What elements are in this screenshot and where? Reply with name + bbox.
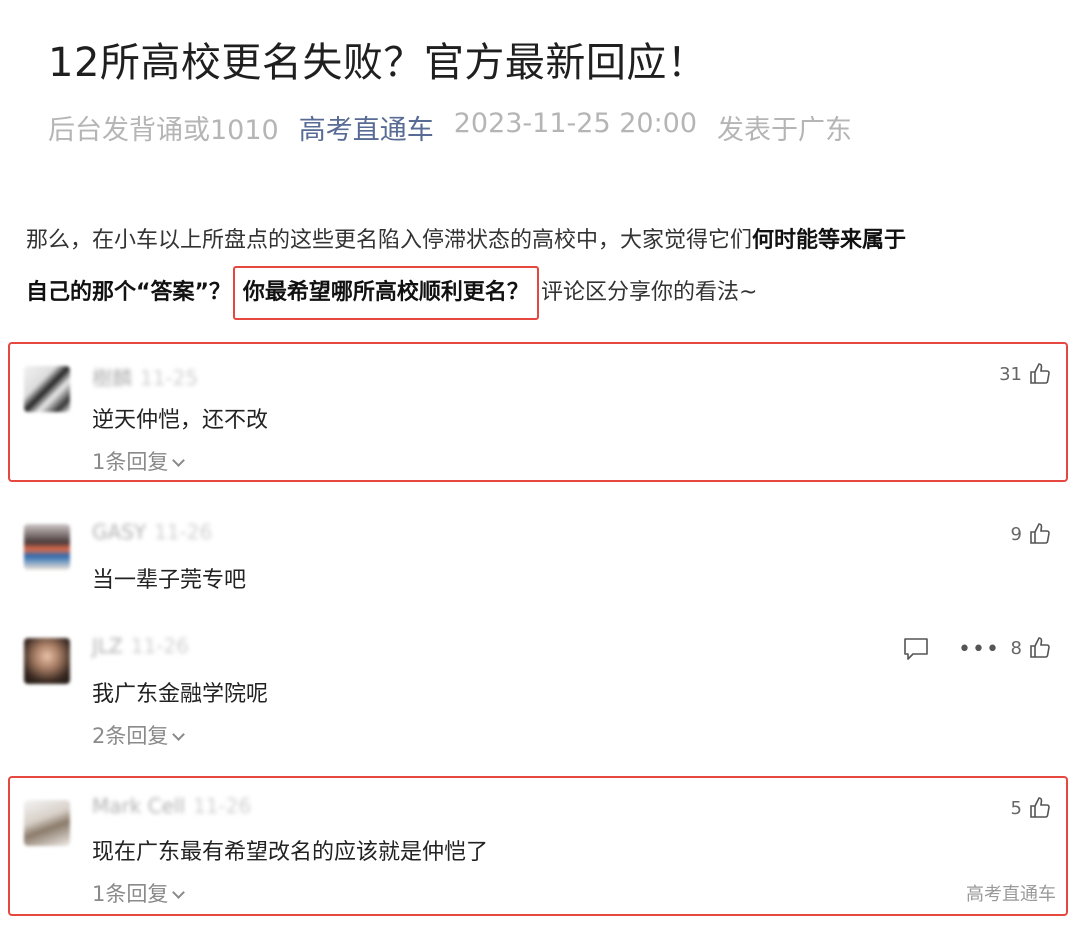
like-count: 5 — [1010, 797, 1022, 819]
intro-text-plain: 那么，在小车以上所盘点的这些更名陷入停滞状态的高校中，大家觉得它们 — [26, 228, 753, 253]
comment-item: JLZ 11-26 我广东金融学院呢 2条回复 ••• 8 — [0, 614, 1080, 764]
avatar[interactable] — [24, 800, 70, 846]
comment-nickname[interactable]: 樹麟 11-25 — [92, 362, 198, 391]
intro-line-1: 那么，在小车以上所盘点的这些更名陷入停滞状态的高校中，大家觉得它们何时能等来属于 — [26, 222, 1056, 270]
comment-nickname[interactable]: GASY 11-26 — [92, 520, 212, 544]
comment-item: Mark Cell 11-26 现在广东最有希望改名的应该就是仲恺了 1条回复 5 — [0, 776, 1080, 916]
intro-paragraph: 那么，在小车以上所盘点的这些更名陷入停滞状态的高校中，大家觉得它们何时能等来属于… — [26, 222, 1056, 320]
comment-actions: ••• — [902, 636, 1000, 662]
like-button[interactable]: 8 — [1011, 636, 1052, 660]
article-title: 12所高校更名失败？官方最新回应！ — [48, 40, 708, 86]
thumbs-up-icon — [1030, 523, 1050, 544]
article-meta: 后台发背诵或1010 高考直通车 2023-11-25 20:00 发表于广东 — [48, 108, 852, 147]
like-count: 9 — [1010, 523, 1022, 545]
replies-toggle[interactable]: 2条回复 — [92, 720, 186, 750]
like-count: 8 — [1010, 637, 1022, 659]
meta-hint: 后台发背诵或1010 — [48, 115, 279, 146]
comment-item: GASY 11-26 当一辈子莞专吧 9 — [0, 500, 1080, 610]
comment-nickname[interactable]: Mark Cell 11-26 — [92, 794, 251, 818]
highlight-box: 你最希望哪所高校顺利更名？ — [232, 266, 539, 320]
like-button[interactable]: 5 — [1011, 796, 1052, 820]
avatar[interactable] — [24, 366, 70, 412]
comment-nickname[interactable]: JLZ 11-26 — [92, 634, 189, 658]
replies-toggle[interactable]: 1条回复 — [92, 878, 186, 908]
comment-item: 樹麟 11-25 逆天仲恺，还不改 1条回复 31 — [0, 342, 1080, 482]
publish-location: 发表于广东 — [717, 115, 853, 146]
comment-text: 我广东金融学院呢 — [92, 682, 269, 707]
comment-text: 当一辈子莞专吧 — [92, 568, 247, 593]
comment-text: 逆天仲恺，还不改 — [92, 408, 269, 433]
comment-icon[interactable] — [902, 636, 930, 662]
more-icon[interactable]: ••• — [958, 637, 1000, 662]
like-button[interactable]: 9 — [1011, 522, 1052, 546]
watermark: 高考直通车 — [966, 884, 1056, 905]
chevron-down-icon — [172, 728, 186, 741]
avatar[interactable] — [24, 638, 70, 684]
account-link[interactable]: 高考直通车 — [299, 108, 434, 147]
avatar[interactable] — [24, 524, 70, 570]
comment-text: 现在广东最有希望改名的应该就是仲恺了 — [92, 840, 489, 865]
thumbs-up-icon — [1030, 637, 1050, 658]
chevron-down-icon — [172, 454, 186, 467]
intro-line-2: 自己的那个“答案”？ 你最希望哪所高校顺利更名？ 评论区分享你的看法~ — [26, 266, 1056, 320]
intro-text-plain-2: 评论区分享你的看法~ — [540, 280, 758, 305]
publish-datetime: 2023-11-25 20:00 — [453, 108, 698, 139]
intro-text-bold-2: 自己的那个“答案”？ — [26, 280, 231, 305]
like-button[interactable]: 31 — [999, 362, 1052, 386]
chevron-down-icon — [172, 886, 186, 899]
intro-text-bold: 何时能等来属于 — [752, 228, 907, 253]
thumbs-up-icon — [1030, 363, 1050, 384]
replies-toggle[interactable]: 1条回复 — [92, 446, 186, 476]
like-count: 31 — [999, 363, 1022, 385]
thumbs-up-icon — [1030, 797, 1050, 818]
intro-question: 你最希望哪所高校顺利更名？ — [242, 280, 529, 305]
